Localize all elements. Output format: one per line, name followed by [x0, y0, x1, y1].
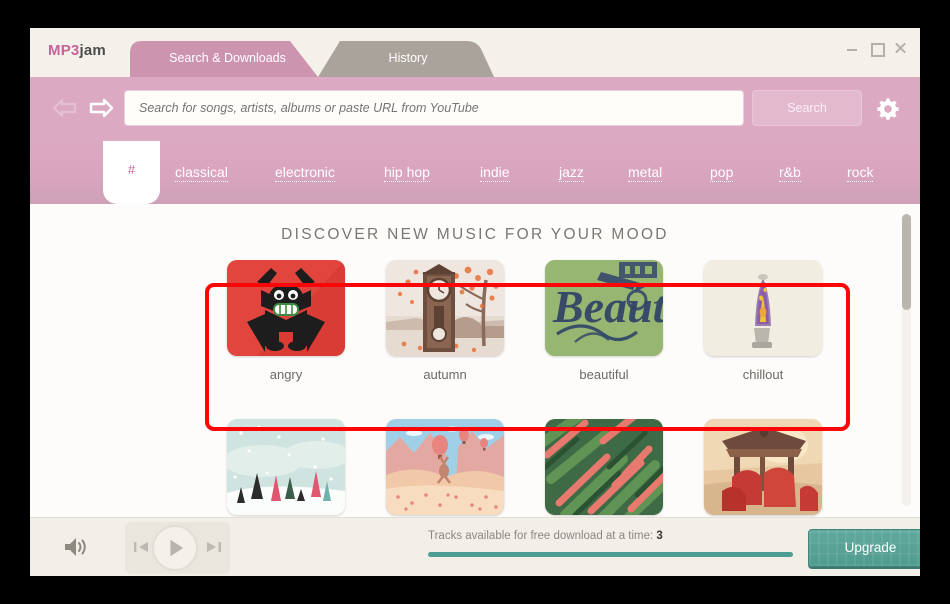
- genre-label: indie: [480, 164, 510, 182]
- upgrade-button[interactable]: Upgrade: [808, 529, 920, 567]
- gear-icon[interactable]: [876, 97, 900, 121]
- genre-label: classical: [175, 164, 228, 182]
- navigation-arrows: [52, 97, 114, 119]
- album-art-beautiful-script[interactable]: Beautifu: [545, 260, 663, 356]
- search-button[interactable]: Search: [752, 90, 862, 126]
- tab-label: History: [388, 51, 428, 65]
- mood-card-autumn[interactable]: autumn: [365, 260, 550, 398]
- mood-card-angry[interactable]: angry: [206, 260, 391, 398]
- arrow-right-icon[interactable]: [88, 97, 114, 119]
- transport-controls: [125, 522, 230, 574]
- play-button[interactable]: [152, 525, 198, 571]
- tab-search-and-downloads[interactable]: Search & Downloads: [130, 41, 325, 77]
- thumbnail-wrap: [386, 260, 550, 398]
- genre-label: rock: [847, 164, 874, 182]
- genre-label: pop: [710, 164, 734, 182]
- next-track-icon[interactable]: [206, 540, 222, 554]
- genre-tab-hash[interactable]: #: [103, 141, 160, 204]
- mood-card-label: chillout: [742, 367, 784, 382]
- mood-card-label: beautiful: [579, 367, 629, 382]
- album-art-angry-monster-red[interactable]: [227, 260, 345, 356]
- album-art-green-leaves[interactable]: [545, 419, 663, 515]
- page-title: DISCOVER NEW MUSIC FOR YOUR MOOD: [281, 226, 669, 243]
- genre-label: electronic: [275, 164, 335, 182]
- minimize-icon[interactable]: [846, 42, 858, 54]
- arrow-left-icon[interactable]: [52, 97, 78, 119]
- application-window: MP3jam Search & Downloads History Search…: [30, 28, 920, 576]
- app-logo: MP3jam: [48, 42, 106, 59]
- genre-label: hip hop: [384, 164, 430, 182]
- search-bar: Search: [30, 77, 920, 141]
- mood-card-beautiful[interactable]: Beautifu beautiful: [524, 260, 709, 398]
- close-icon[interactable]: [894, 42, 906, 54]
- mood-card-green[interactable]: [524, 419, 709, 517]
- genre-tab-rnb[interactable]: r&b: [779, 141, 801, 204]
- downloads-progress-bar[interactable]: [428, 552, 793, 557]
- thumbnail-wrap: [227, 260, 391, 398]
- album-art-red-pavilion[interactable]: [704, 419, 822, 515]
- logo-suffix: jam: [79, 42, 106, 59]
- thumbnail-wrap: [704, 419, 868, 517]
- logo-prefix: MP3: [48, 42, 80, 59]
- tab-history[interactable]: History: [318, 41, 498, 77]
- album-art-desert-balloons[interactable]: [386, 419, 504, 515]
- genre-label: r&b: [779, 164, 801, 182]
- maximize-icon[interactable]: [870, 42, 885, 57]
- genre-tab-pop[interactable]: pop: [710, 141, 734, 204]
- downloads-label-text: Tracks available for free download at a …: [428, 530, 654, 542]
- player-footer: Tracks available for free download at a …: [30, 517, 920, 576]
- genre-tab-hip-hop[interactable]: hip hop: [384, 141, 430, 204]
- mood-card-pavilion[interactable]: [683, 419, 868, 517]
- thumbnail-wrap: [227, 419, 391, 517]
- volume-icon[interactable]: [62, 535, 90, 559]
- genre-label: metal: [628, 164, 663, 182]
- genre-tab-rock[interactable]: rock: [847, 141, 874, 204]
- genre-label: jazz: [559, 164, 584, 182]
- genre-tab-indie[interactable]: indie: [480, 141, 510, 204]
- content-area: DISCOVER NEW MUSIC FOR YOUR MOOD angry a…: [30, 204, 920, 517]
- album-art-lava-lamp[interactable]: [704, 260, 822, 356]
- genre-bar: # classical electronic hip hop indie jaz…: [30, 141, 920, 204]
- search-input[interactable]: [124, 90, 744, 126]
- thumbnail-wrap: [386, 419, 550, 517]
- thumbnail-wrap: [545, 419, 709, 517]
- genre-tab-jazz[interactable]: jazz: [559, 141, 584, 204]
- window-controls: [846, 42, 906, 57]
- genre-tab-metal[interactable]: metal: [628, 141, 663, 204]
- svg-text:Beautifu: Beautifu: [552, 281, 663, 332]
- genre-tab-electronic[interactable]: electronic: [275, 141, 335, 204]
- thumbnail-wrap: Beautifu: [545, 260, 709, 398]
- album-art-winter-snow[interactable]: [227, 419, 345, 515]
- downloads-count: 3: [656, 530, 663, 542]
- mood-card-chillout[interactable]: chillout: [683, 260, 868, 398]
- play-icon: [170, 539, 184, 557]
- album-art-autumn-clock[interactable]: [386, 260, 504, 356]
- mood-card-winter[interactable]: [206, 419, 391, 517]
- mood-card-desert[interactable]: [365, 419, 550, 517]
- previous-track-icon[interactable]: [133, 540, 149, 554]
- genre-tab-classical[interactable]: classical: [175, 141, 228, 204]
- mood-card-label: angry: [269, 367, 303, 382]
- mood-card-label: autumn: [423, 367, 467, 382]
- scrollbar-track[interactable]: [902, 214, 911, 506]
- tab-label: Search & Downloads: [169, 51, 286, 65]
- scrollbar-thumb[interactable]: [902, 214, 911, 311]
- title-bar: MP3jam Search & Downloads History: [30, 28, 920, 77]
- downloads-progress-fill: [428, 552, 793, 557]
- thumbnail-wrap: [704, 260, 868, 398]
- downloads-label: Tracks available for free download at a …: [428, 530, 663, 542]
